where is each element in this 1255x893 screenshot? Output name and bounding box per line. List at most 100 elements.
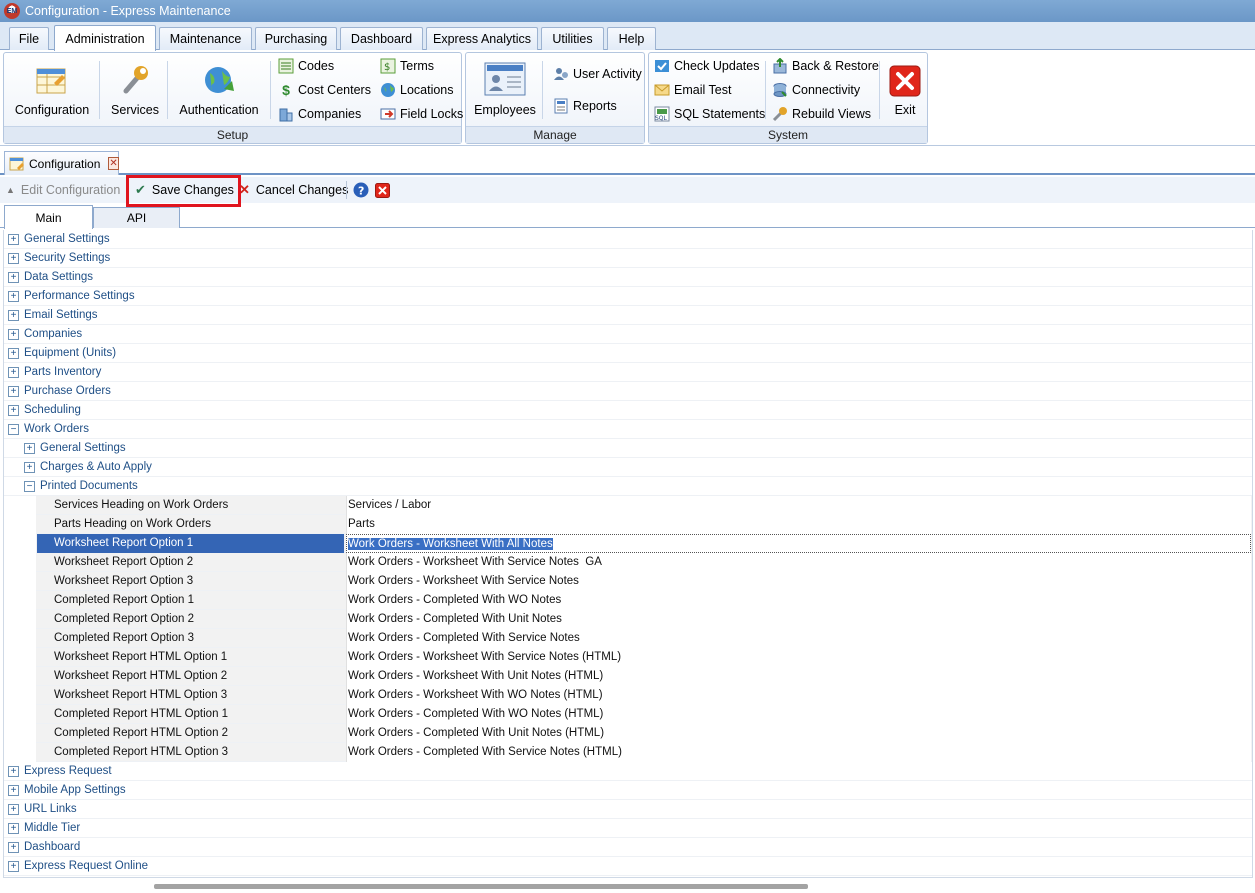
expand-plus-icon[interactable]: + (8, 347, 19, 359)
close-form-button[interactable] (375, 180, 390, 200)
property-value[interactable]: Work Orders - Worksheet With Unit Notes … (346, 666, 1251, 686)
menu-tab-file[interactable]: File (9, 27, 49, 50)
property-value[interactable]: Work Orders - Worksheet With WO Notes (H… (346, 685, 1251, 705)
property-row[interactable]: Completed Report Option 2 Work Orders - C… (4, 609, 1252, 629)
menu-tab-help[interactable]: Help (607, 27, 656, 50)
expand-plus-icon[interactable]: + (8, 366, 19, 378)
menu-tab-purchasing[interactable]: Purchasing (255, 27, 337, 50)
tab-main[interactable]: Main (4, 205, 93, 229)
tree-node-dashboard[interactable]: + Dashboard (4, 838, 1252, 857)
user-activity-button[interactable]: User Activity (553, 64, 642, 84)
sql-statements-button[interactable]: SQL SQL Statements (654, 104, 765, 124)
property-row[interactable]: Completed Report HTML Option 1 Work Order… (4, 704, 1252, 724)
property-row[interactable]: Worksheet Report HTML Option 1 Work Order… (4, 647, 1252, 667)
property-value[interactable]: Work Orders - Completed With Unit Notes … (346, 723, 1251, 743)
collapse-minus-icon[interactable]: − (8, 423, 19, 435)
property-row[interactable]: Worksheet Report HTML Option 2 Work Order… (4, 666, 1252, 686)
property-value[interactable]: Work Orders - Completed With Service Not… (346, 628, 1251, 648)
property-row[interactable]: Parts Heading on Work Orders Parts (4, 514, 1252, 534)
check-updates-button[interactable]: Check Updates (654, 56, 759, 76)
tree-node-wo-general-settings[interactable]: + General Settings (4, 439, 1252, 458)
horizontal-scrollbar[interactable] (154, 884, 808, 889)
tree-node-equipment-units[interactable]: + Equipment (Units) (4, 344, 1252, 363)
tree-node-express-request[interactable]: + Express Request (4, 762, 1252, 781)
collapse-minus-icon[interactable]: − (24, 480, 35, 492)
tree-node-printed-documents[interactable]: − Printed Documents (4, 477, 1252, 496)
expand-plus-icon[interactable]: + (8, 784, 19, 796)
cancel-changes-button[interactable]: ✕ Cancel Changes (239, 180, 348, 200)
help-button[interactable]: ? (346, 180, 369, 200)
property-value[interactable]: Work Orders - Worksheet With Service Not… (346, 647, 1251, 667)
field-locks-button[interactable]: Field Locks (380, 104, 463, 124)
property-row-selected[interactable]: Worksheet Report Option 1 Work Orders - W… (4, 533, 1252, 553)
codes-button[interactable]: Codes (278, 56, 334, 76)
companies-button[interactable]: Companies (278, 104, 361, 124)
property-value[interactable]: Work Orders - Worksheet With Service Not… (346, 571, 1251, 591)
expand-plus-icon[interactable]: + (24, 461, 35, 473)
expand-plus-icon[interactable]: + (8, 822, 19, 834)
exit-button[interactable]: Exit (885, 57, 925, 123)
configuration-button[interactable]: Configuration (10, 57, 94, 123)
property-value[interactable]: Work Orders - Completed With Service Not… (346, 742, 1251, 762)
tree-node-general-settings[interactable]: + General Settings (4, 230, 1252, 249)
expand-plus-icon[interactable]: + (8, 290, 19, 302)
menu-tab-express-analytics[interactable]: Express Analytics (426, 27, 538, 50)
property-value[interactable]: Work Orders - Completed With Unit Notes (346, 609, 1251, 629)
property-row[interactable]: Services Heading on Work Orders Services … (4, 495, 1252, 515)
cost-centers-button[interactable]: $ Cost Centers (278, 80, 371, 100)
expand-plus-icon[interactable]: + (8, 803, 19, 815)
tree-node-security-settings[interactable]: + Security Settings (4, 249, 1252, 268)
tree-node-companies[interactable]: + Companies (4, 325, 1252, 344)
tree-node-charges-auto-apply[interactable]: + Charges & Auto Apply (4, 458, 1252, 477)
expand-plus-icon[interactable]: + (8, 385, 19, 397)
employees-button[interactable]: Employees (472, 57, 538, 123)
expand-plus-icon[interactable]: + (8, 765, 19, 777)
authentication-button[interactable]: Authentication (174, 57, 264, 123)
locations-button[interactable]: Locations (380, 80, 454, 100)
tree-node-url-links[interactable]: + URL Links (4, 800, 1252, 819)
property-row[interactable]: Completed Report Option 1 Work Orders - C… (4, 590, 1252, 610)
expand-plus-icon[interactable]: + (8, 404, 19, 416)
back-restore-button[interactable]: Back & Restore (772, 56, 879, 76)
menu-tab-utilities[interactable]: Utilities (541, 27, 604, 50)
tree-node-parts-inventory[interactable]: + Parts Inventory (4, 363, 1252, 382)
expand-plus-icon[interactable]: + (8, 841, 19, 853)
property-row[interactable]: Completed Report Option 3 Work Orders - C… (4, 628, 1252, 648)
property-value[interactable]: Work Orders - Worksheet With Service Not… (346, 552, 1251, 572)
menu-tab-maintenance[interactable]: Maintenance (159, 27, 252, 50)
expand-plus-icon[interactable]: + (8, 328, 19, 340)
terms-button[interactable]: $ Terms (380, 56, 434, 76)
property-row[interactable]: Worksheet Report Option 2 Work Orders - W… (4, 552, 1252, 572)
tree-node-scheduling[interactable]: + Scheduling (4, 401, 1252, 420)
tree-node-mobile-app-settings[interactable]: + Mobile App Settings (4, 781, 1252, 800)
property-value-editor[interactable]: Work Orders - Worksheet With All Notes (346, 533, 1251, 553)
tab-api[interactable]: API (93, 207, 180, 228)
menu-tab-dashboard[interactable]: Dashboard (340, 27, 423, 50)
save-changes-button[interactable]: ✔ Save Changes (135, 180, 234, 200)
property-value[interactable]: Work Orders - Completed With WO Notes (H… (346, 704, 1251, 724)
property-value[interactable]: Services / Labor (346, 495, 1251, 515)
edit-configuration-button[interactable]: ▲ Edit Configuration (6, 180, 120, 200)
connectivity-button[interactable]: Connectivity (772, 80, 860, 100)
expand-plus-icon[interactable]: + (8, 271, 19, 283)
rebuild-views-button[interactable]: Rebuild Views (772, 104, 871, 124)
tree-node-purchase-orders[interactable]: + Purchase Orders (4, 382, 1252, 401)
menu-tab-administration[interactable]: Administration (54, 25, 156, 51)
tree-node-data-settings[interactable]: + Data Settings (4, 268, 1252, 287)
tree-node-email-settings[interactable]: + Email Settings (4, 306, 1252, 325)
property-value[interactable]: Parts (346, 514, 1251, 534)
property-row[interactable]: Worksheet Report Option 3 Work Orders - W… (4, 571, 1252, 591)
tree-node-work-orders[interactable]: − Work Orders (4, 420, 1252, 439)
tree-node-express-request-online[interactable]: + Express Request Online (4, 857, 1252, 876)
tree-node-middle-tier[interactable]: + Middle Tier (4, 819, 1252, 838)
email-test-button[interactable]: Email Test (654, 80, 731, 100)
expand-plus-icon[interactable]: + (8, 309, 19, 321)
expand-plus-icon[interactable]: + (24, 442, 35, 454)
reports-button[interactable]: Reports (553, 96, 617, 116)
configuration-doc-tab[interactable]: Configuration ✕ (4, 151, 119, 175)
property-row[interactable]: Completed Report HTML Option 3 Work Order… (4, 742, 1252, 762)
expand-plus-icon[interactable]: + (8, 233, 19, 245)
tree-node-performance-settings[interactable]: + Performance Settings (4, 287, 1252, 306)
services-button[interactable]: Services (106, 57, 164, 123)
property-row[interactable]: Worksheet Report HTML Option 3 Work Order… (4, 685, 1252, 705)
